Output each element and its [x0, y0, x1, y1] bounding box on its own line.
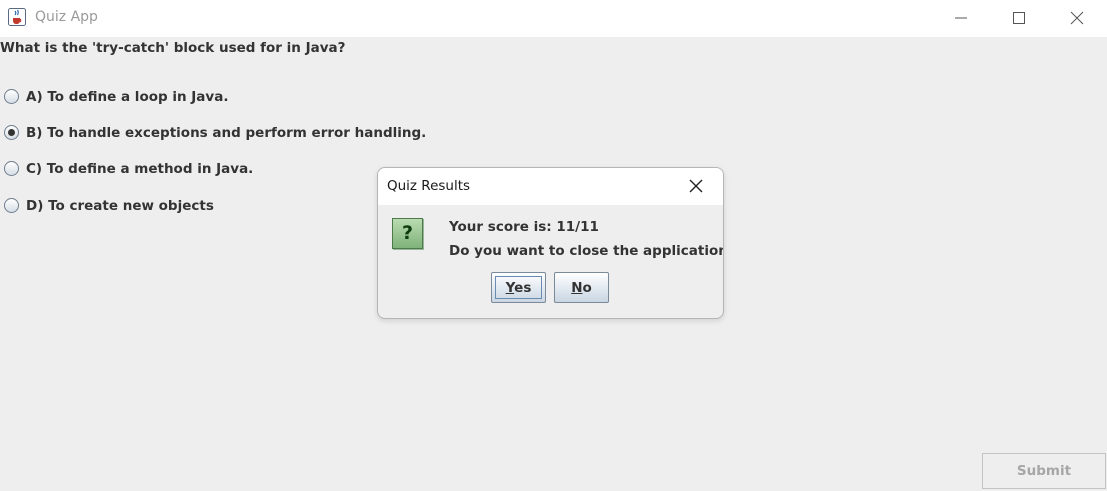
radio-button[interactable]: [4, 161, 19, 176]
close-icon: [688, 179, 704, 198]
no-label: No: [571, 279, 592, 296]
java-cup-icon: [8, 8, 27, 26]
question-text: What is the 'try-catch' block used for i…: [0, 40, 346, 56]
submit-button[interactable]: Submit: [982, 453, 1106, 489]
maximize-button[interactable]: [990, 0, 1048, 37]
dialog-close-button[interactable]: [688, 178, 704, 194]
radio-button[interactable]: [4, 89, 19, 104]
no-button[interactable]: No: [554, 272, 609, 303]
minimize-button[interactable]: [932, 0, 990, 37]
option-label: A) To define a loop in Java.: [26, 89, 229, 105]
focus-ring: [495, 276, 542, 299]
window-close-button[interactable]: [1048, 0, 1106, 37]
radio-button-selected[interactable]: [4, 125, 19, 140]
dialog-title-bar: Quiz Results: [378, 168, 723, 205]
option-label: B) To handle exceptions and perform erro…: [26, 125, 427, 141]
close-prompt: Do you want to close the application?: [449, 243, 724, 259]
dialog-title: Quiz Results: [387, 178, 471, 194]
question-icon: ?: [392, 218, 423, 249]
option-label: C) To define a method in Java.: [26, 161, 254, 177]
window-title: Quiz App: [35, 9, 98, 25]
score-message: Your score is: 11/11: [449, 219, 599, 235]
yes-button[interactable]: Yes: [491, 272, 546, 303]
title-bar: Quiz App: [0, 0, 1107, 37]
radio-button[interactable]: [4, 198, 19, 213]
quiz-results-dialog: Quiz Results ? Your score is: 11/11 Do y…: [377, 167, 724, 319]
option-label: D) To create new objects: [26, 198, 214, 214]
radio-dot: [8, 129, 15, 136]
